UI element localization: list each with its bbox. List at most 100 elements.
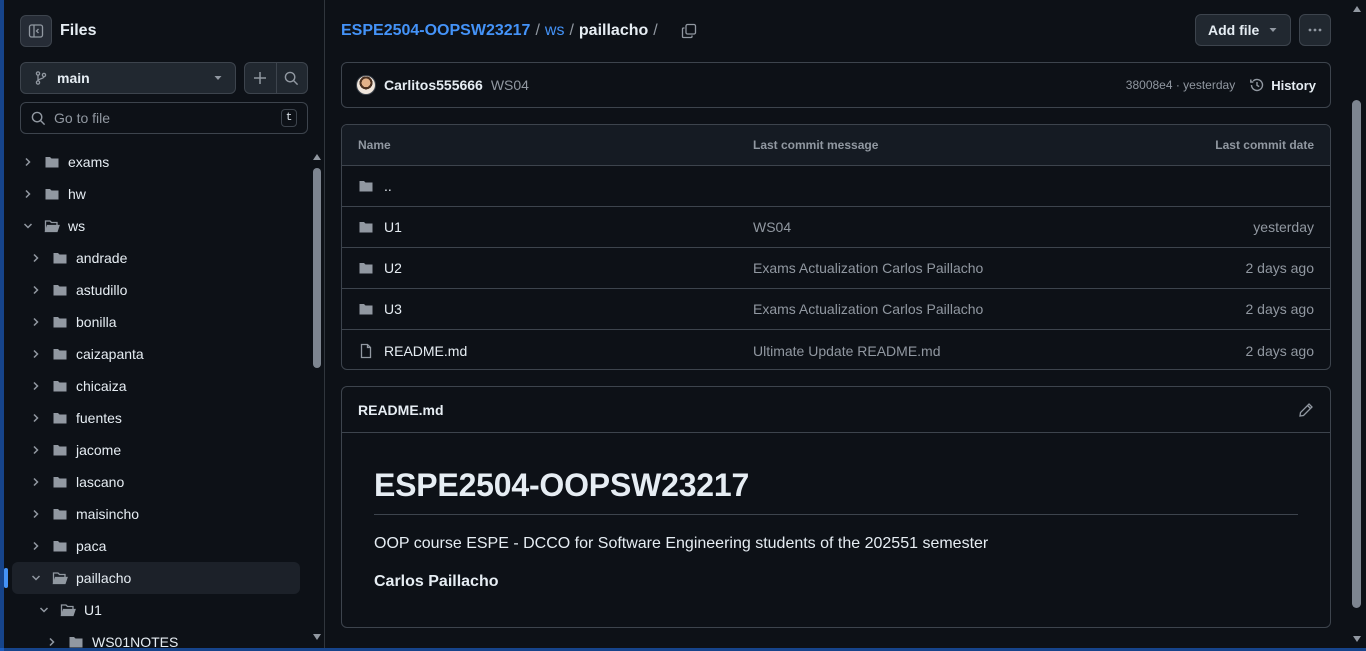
folder-icon (52, 506, 68, 522)
breadcrumb-separator: / (535, 22, 540, 39)
chevron-right-icon[interactable] (28, 252, 44, 264)
commit-meta[interactable]: 38008e4 · yesterday (1126, 78, 1235, 92)
readme-filename[interactable]: README.md (358, 402, 1298, 418)
scroll-up-arrow[interactable] (313, 154, 321, 160)
table-row[interactable]: U1 WS04 yesterday (342, 207, 1330, 248)
tree-item-lascano[interactable]: lascano (12, 466, 300, 498)
chevron-right-icon[interactable] (28, 444, 44, 456)
tree-item-astudillo[interactable]: astudillo (12, 274, 300, 306)
breadcrumb: ESPE2504-OOPSW23217 / ws / paillacho / (341, 20, 697, 42)
commit-message-link[interactable]: Exams Actualization Carlos Paillacho (753, 260, 983, 276)
edit-readme-button[interactable] (1298, 402, 1314, 418)
page-scrollbar[interactable] (1348, 0, 1366, 648)
sidebar-header: Files (20, 14, 96, 48)
page-scroll-thumb[interactable] (1352, 100, 1361, 608)
tree-item-jacome[interactable]: jacome (12, 434, 300, 466)
file-name-link[interactable]: U3 (384, 301, 402, 317)
tree-item-hw[interactable]: hw (12, 178, 300, 210)
tree-item-label: caizapanta (76, 346, 144, 362)
chevron-right-icon[interactable] (28, 508, 44, 520)
tree-item-maisincho[interactable]: maisincho (12, 498, 300, 530)
tree-item-u1[interactable]: U1 (12, 594, 300, 626)
tree-item-paillacho[interactable]: paillacho (4, 562, 300, 594)
file-name-link[interactable]: U2 (384, 260, 402, 276)
breadcrumb-ws-link[interactable]: ws (545, 22, 565, 40)
chevron-right-icon[interactable] (28, 476, 44, 488)
file-name-link[interactable]: U1 (384, 219, 402, 235)
folder-open-icon (52, 570, 68, 586)
copy-icon (681, 23, 696, 39)
chevron-right-icon[interactable] (20, 188, 36, 200)
add-file-sidebar-button[interactable] (245, 63, 276, 93)
sidebar-scrollbar[interactable] (310, 150, 324, 644)
avatar[interactable] (356, 75, 376, 95)
tree-item-chicaiza[interactable]: chicaiza (12, 370, 300, 402)
file-name-link[interactable]: README.md (384, 343, 467, 359)
table-row[interactable]: U3 Exams Actualization Carlos Paillacho 2 … (342, 289, 1330, 330)
scroll-up-arrow[interactable] (1353, 6, 1361, 12)
file-tree-sidebar: Files main t exams hw ws andrade astudillo bo… (4, 0, 325, 648)
sidebar-scroll-thumb[interactable] (313, 168, 321, 368)
tree-item-andrade[interactable]: andrade (12, 242, 300, 274)
tree-item-label: maisincho (76, 506, 140, 522)
scroll-down-arrow[interactable] (1353, 636, 1361, 642)
scroll-down-arrow[interactable] (313, 634, 321, 640)
chevron-down-icon[interactable] (20, 220, 36, 232)
file-rows: U1 WS04 yesterday U2 Exams Actualization Car… (342, 207, 1330, 369)
commit-message-link[interactable]: Ultimate Update README.md (753, 343, 941, 359)
branch-selector[interactable]: main (20, 62, 236, 94)
chevron-right-icon[interactable] (28, 284, 44, 296)
tree-item-exams[interactable]: exams (12, 146, 300, 178)
search-icon (31, 111, 46, 125)
file-icon (358, 343, 374, 359)
copy-path-button[interactable] (681, 23, 697, 39)
readme-panel: README.md ESPE2504-OOPSW23217 OOP course… (341, 386, 1331, 628)
history-button[interactable]: History (1249, 77, 1316, 93)
commit-author[interactable]: Carlitos555666 (384, 77, 483, 93)
parent-directory-link[interactable]: .. (384, 178, 392, 194)
caret-down-icon (214, 76, 222, 80)
chevron-down-icon[interactable] (36, 604, 52, 616)
commit-message[interactable]: WS04 (491, 77, 529, 93)
commit-date: 2 days ago (1245, 301, 1315, 317)
tree-item-ws01notes[interactable]: WS01NOTES (12, 626, 300, 648)
sidebar-title: Files (60, 22, 97, 39)
go-to-file-field[interactable]: t (20, 102, 308, 134)
chevron-down-icon[interactable] (28, 572, 44, 584)
chevron-right-icon[interactable] (28, 316, 44, 328)
chevron-right-icon[interactable] (28, 540, 44, 552)
tree-item-bonilla[interactable]: bonilla (12, 306, 300, 338)
chevron-right-icon[interactable] (28, 412, 44, 424)
go-to-file-input[interactable] (54, 110, 281, 126)
tree-item-label: chicaiza (76, 378, 127, 394)
table-row[interactable]: U2 Exams Actualization Carlos Paillacho 2 … (342, 248, 1330, 289)
commit-message-link[interactable]: Exams Actualization Carlos Paillacho (753, 301, 983, 317)
collapse-sidebar-button[interactable] (20, 15, 52, 47)
column-header-name: Name (358, 138, 391, 152)
chevron-right-icon[interactable] (28, 380, 44, 392)
folder-open-icon (60, 602, 76, 618)
folder-icon (68, 634, 84, 648)
commit-date: 2 days ago (1245, 342, 1315, 359)
tree-item-label: bonilla (76, 314, 117, 330)
parent-directory-row[interactable]: .. (342, 166, 1330, 207)
folder-open-icon (44, 218, 60, 234)
folder-icon (52, 474, 68, 490)
search-sidebar-button[interactable] (275, 63, 308, 93)
chevron-right-icon[interactable] (20, 156, 36, 168)
add-file-button[interactable]: Add file (1195, 14, 1291, 46)
tree-item-label: hw (68, 186, 86, 202)
sidebar-collapse-icon (28, 24, 44, 38)
table-row[interactable]: README.md Ultimate Update README.md 2 days… (342, 330, 1330, 369)
sidebar-actions (244, 62, 308, 94)
tree-item-caizapanta[interactable]: caizapanta (12, 338, 300, 370)
commit-message-link[interactable]: WS04 (753, 219, 791, 235)
more-options-button[interactable] (1299, 14, 1331, 46)
tree-item-ws[interactable]: ws (12, 210, 300, 242)
tree-item-fuentes[interactable]: fuentes (12, 402, 300, 434)
chevron-right-icon[interactable] (44, 636, 60, 648)
file-table: Name Last commit message Last commit dat… (341, 124, 1331, 370)
chevron-right-icon[interactable] (28, 348, 44, 360)
breadcrumb-repo-link[interactable]: ESPE2504-OOPSW23217 (341, 22, 530, 40)
tree-item-paca[interactable]: paca (12, 530, 300, 562)
